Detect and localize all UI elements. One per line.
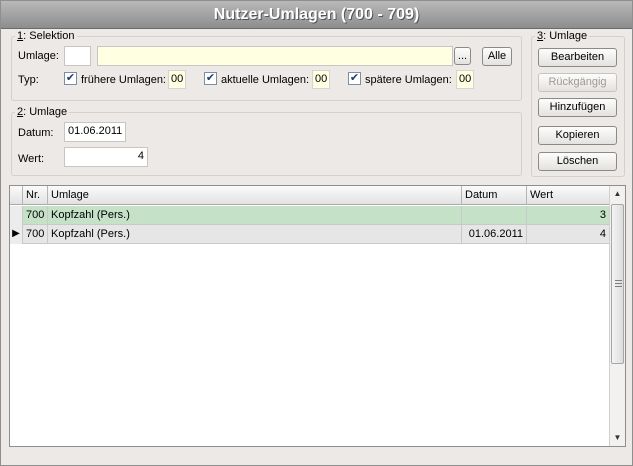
fruehere-umlagen-value[interactable]: 00 [168, 70, 186, 89]
spaetere-umlagen-checkbox[interactable]: ✔ [348, 72, 361, 85]
table-row[interactable]: 700 Kopfzahl (Pers.) 3 [10, 206, 609, 225]
cell-nr: 700 [23, 206, 48, 225]
alle-button[interactable]: Alle [482, 47, 512, 66]
wert-input[interactable]: 4 [64, 147, 148, 167]
cell-wert: 4 [599, 228, 606, 240]
cell-datum: 01.06.2011 [462, 225, 527, 244]
selektion-group-label: 1: Selektion [15, 30, 77, 42]
cell-wert: 3 [599, 209, 606, 221]
aktuelle-umlagen-label: aktuelle Umlagen: [221, 74, 310, 86]
umlage-text-input[interactable] [97, 46, 453, 66]
umlage-code-input[interactable] [64, 46, 91, 66]
column-header-wert[interactable]: Wert [527, 186, 609, 205]
bearbeiten-button[interactable]: Bearbeiten [538, 48, 617, 67]
aktuelle-umlagen-checkbox[interactable]: ✔ [204, 72, 217, 85]
typ-label: Typ: [18, 74, 39, 86]
hinzufuegen-button[interactable]: Hinzufügen [538, 98, 617, 117]
fruehere-umlagen-checkbox[interactable]: ✔ [64, 72, 77, 85]
umlage-browse-button[interactable]: ... [454, 47, 471, 65]
wert-label: Wert: [18, 153, 45, 165]
scroll-up-icon[interactable]: ▲ [610, 186, 625, 202]
cell-nr: 700 [23, 225, 48, 244]
thumb-grip-line [615, 286, 622, 287]
cell-umlage: Kopfzahl (Pers.) [48, 225, 462, 244]
loeschen-button[interactable]: Löschen [538, 152, 617, 171]
cell-umlage: Kopfzahl (Pers.) [48, 206, 462, 225]
current-row-arrow-icon: ▶ [10, 225, 23, 244]
row-indicator [10, 206, 23, 225]
table-row[interactable]: ▶ 700 Kopfzahl (Pers.) 01.06.2011 4 [10, 225, 609, 244]
nutzer-umlagen-window: Nutzer-Umlagen (700 - 709) 1: Selektion … [0, 0, 633, 466]
umlage-label: Umlage: [18, 50, 59, 62]
window-title: Nutzer-Umlagen (700 - 709) [1, 1, 632, 29]
datum-input[interactable]: 01.06.2011 [64, 122, 126, 142]
scrollbar-thumb[interactable] [611, 204, 624, 364]
rueckgaengig-button[interactable]: Rückgängig [538, 73, 617, 92]
fruehere-umlagen-label: frühere Umlagen: [81, 74, 166, 86]
kopieren-button[interactable]: Kopieren [538, 126, 617, 145]
row-indicator-header [10, 186, 23, 205]
thumb-grip-line [615, 280, 622, 281]
scroll-down-icon[interactable]: ▼ [610, 430, 625, 446]
table-header: Nr. Umlage Datum Wert [10, 186, 609, 205]
vertical-scrollbar[interactable]: ▲ ▼ [609, 186, 625, 446]
thumb-grip-line [615, 283, 622, 284]
column-header-nr[interactable]: Nr. [23, 186, 48, 205]
umlage-edit-group-label: 2: Umlage [15, 106, 70, 118]
actions-group-label: 3: Umlage [535, 30, 590, 42]
cell-datum [462, 206, 527, 225]
datum-label: Datum: [18, 127, 54, 139]
spaetere-umlagen-value[interactable]: 00 [456, 70, 474, 89]
aktuelle-umlagen-value[interactable]: 00 [312, 70, 330, 89]
umlagen-table[interactable]: Nr. Umlage Datum Wert 700 Kopfzahl (Pers… [9, 185, 626, 447]
column-header-datum[interactable]: Datum [462, 186, 527, 205]
column-header-umlage[interactable]: Umlage [48, 186, 462, 205]
spaetere-umlagen-label: spätere Umlagen: [365, 74, 452, 86]
